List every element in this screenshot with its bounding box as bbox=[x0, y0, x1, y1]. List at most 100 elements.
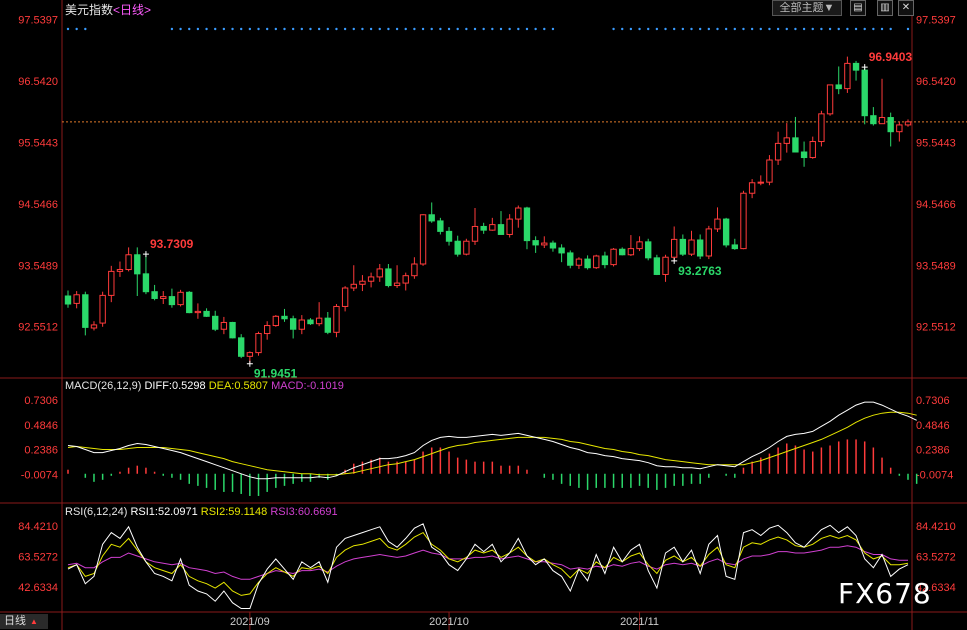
close-icon[interactable]: ✕ bbox=[898, 0, 914, 16]
candle-body bbox=[636, 241, 643, 250]
candle-body bbox=[437, 220, 444, 232]
top-marker-dot bbox=[291, 27, 295, 31]
candle-body bbox=[558, 247, 565, 254]
top-marker-dot bbox=[231, 27, 234, 31]
candle-body bbox=[419, 214, 427, 265]
period-label[interactable]: <日线> bbox=[113, 3, 151, 17]
top-marker-dot bbox=[482, 27, 485, 31]
extreme-value-label: 96.9403 bbox=[869, 50, 913, 64]
candle-body bbox=[255, 333, 262, 354]
top-marker-dot bbox=[647, 27, 650, 31]
candle-body bbox=[229, 321, 236, 339]
top-marker-dot bbox=[525, 27, 529, 31]
top-marker-dot bbox=[413, 27, 416, 31]
top-marker-dot bbox=[188, 27, 191, 31]
candle-body bbox=[315, 317, 323, 325]
candle-body bbox=[601, 255, 609, 266]
candle-body bbox=[688, 239, 695, 255]
top-marker-dot bbox=[369, 27, 373, 31]
candle-body bbox=[142, 273, 150, 293]
chart-toggle-icon[interactable]: ▤ bbox=[850, 0, 866, 16]
price-axis-tick-left: 94.5466 bbox=[18, 199, 58, 211]
candle-body bbox=[783, 137, 790, 144]
x-axis-label: 2021/09 bbox=[230, 616, 270, 628]
top-marker-dot bbox=[811, 27, 814, 31]
price-axis-tick-right: 93.5489 bbox=[916, 260, 956, 272]
period-tab-label: 日线 bbox=[4, 615, 26, 627]
price-axis-tick-right: 95.5443 bbox=[916, 138, 956, 150]
price-axis-tick-right: 92.5512 bbox=[916, 322, 956, 334]
top-marker-dot bbox=[776, 27, 780, 31]
candle-body bbox=[575, 258, 583, 266]
candle-body bbox=[99, 294, 106, 324]
rsi1-line bbox=[67, 523, 909, 609]
candle-body bbox=[800, 151, 808, 159]
top-marker-dot bbox=[352, 27, 355, 31]
candle-body bbox=[826, 84, 834, 115]
top-marker-dot bbox=[205, 27, 208, 31]
candle-body bbox=[835, 84, 842, 90]
top-marker-dot bbox=[543, 27, 546, 31]
candle-body bbox=[281, 315, 288, 320]
top-marker-dot bbox=[257, 27, 260, 31]
top-marker-dot bbox=[664, 27, 667, 31]
candle-body bbox=[238, 337, 245, 357]
candle-body bbox=[696, 239, 704, 257]
top-marker-dot bbox=[421, 27, 425, 31]
symbol-name: 美元指数 bbox=[65, 3, 114, 17]
candle-body bbox=[333, 305, 340, 333]
chart-title: 美元指数<日线> bbox=[65, 1, 151, 18]
candle-body bbox=[740, 192, 747, 250]
top-marker-dot bbox=[404, 27, 407, 31]
price-axis-tick-left: 95.5443 bbox=[18, 138, 58, 150]
candle-body bbox=[160, 296, 167, 299]
candle-body bbox=[463, 240, 470, 255]
candle-body bbox=[896, 124, 903, 133]
watermark-logo: FX678 bbox=[838, 577, 932, 610]
top-marker-dot bbox=[629, 27, 633, 31]
layout-icon[interactable]: ▥ bbox=[877, 0, 893, 16]
candle-body bbox=[870, 115, 877, 125]
candle-body bbox=[411, 263, 418, 277]
top-marker-dot bbox=[447, 27, 451, 31]
top-marker-dot bbox=[681, 27, 685, 31]
top-marker-dot bbox=[837, 27, 840, 31]
extreme-point-marker bbox=[142, 251, 149, 258]
rsi2-value: RSI2:59.1148 bbox=[200, 506, 268, 518]
chart-header: 美元指数<日线> 全部主题▼ ▤ ▥ ✕ bbox=[0, 0, 967, 18]
top-marker-dot bbox=[707, 27, 711, 31]
top-marker-dot bbox=[265, 27, 269, 31]
candle-body bbox=[766, 159, 773, 183]
candle-body bbox=[73, 294, 80, 304]
candle-body bbox=[722, 218, 730, 246]
top-marker-dot bbox=[828, 27, 832, 31]
rsi-axis-tick-right: 63.5272 bbox=[916, 552, 956, 564]
theme-select-button[interactable]: 全部主题▼ bbox=[772, 0, 842, 16]
extreme-point-marker bbox=[861, 64, 868, 71]
candle-body bbox=[82, 294, 89, 328]
top-marker-dot bbox=[214, 27, 217, 31]
candle-body bbox=[809, 141, 816, 159]
candle-body bbox=[549, 242, 557, 249]
extreme-value-label: 93.2763 bbox=[678, 264, 722, 278]
rsi-axis-tick-left: 42.6334 bbox=[18, 582, 58, 594]
macd-axis-tick-left: 0.7306 bbox=[24, 395, 58, 407]
top-marker-dot bbox=[742, 27, 745, 31]
top-marker-dot bbox=[387, 27, 390, 31]
top-marker-dot bbox=[274, 27, 278, 31]
top-marker-dot bbox=[733, 27, 737, 31]
candle-body bbox=[203, 310, 210, 317]
top-marker-dot bbox=[724, 27, 728, 31]
period-tab[interactable]: 日线 ▲ bbox=[0, 614, 48, 629]
candle-body bbox=[584, 258, 591, 269]
candle-body bbox=[186, 291, 193, 314]
rsi2-line bbox=[67, 531, 909, 596]
candle-body bbox=[385, 268, 392, 287]
top-marker-dot bbox=[872, 27, 875, 31]
price-axis-tick-left: 96.5420 bbox=[18, 76, 58, 88]
top-marker-dot bbox=[508, 27, 511, 31]
top-marker-dot bbox=[75, 27, 78, 31]
candle-body bbox=[497, 224, 505, 235]
rsi-legend: RSI(6,12,24) RSI1:52.0971 RSI2:59.1148 R… bbox=[65, 506, 338, 518]
top-marker-dot bbox=[621, 27, 624, 31]
